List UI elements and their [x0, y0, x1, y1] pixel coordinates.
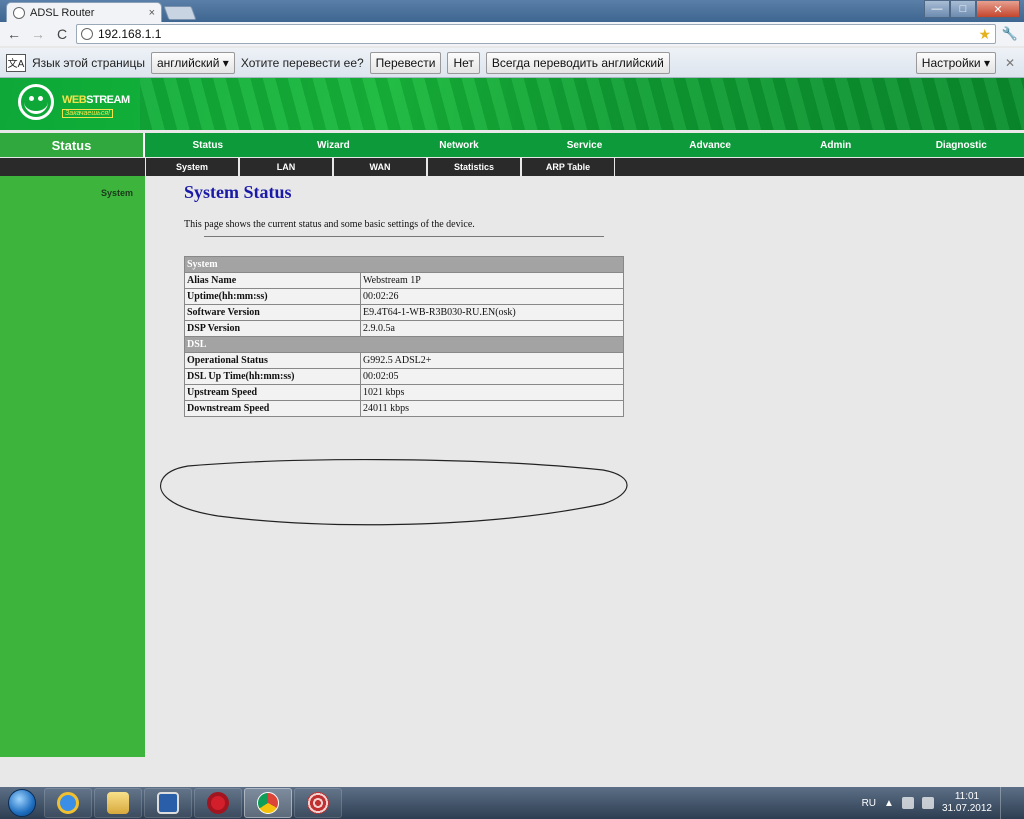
windows-taskbar: RU ▲ 11:01 31.07.2012 [0, 787, 1024, 819]
subnav-statistics[interactable]: Statistics [427, 158, 521, 176]
browser-tab[interactable]: ADSL Router × [6, 2, 162, 22]
start-button[interactable] [0, 787, 44, 819]
language-select[interactable]: английский ▾ [150, 51, 235, 74]
table-row: DSP Version 2.9.0.5a [184, 320, 624, 337]
taskbar-internet-explorer[interactable] [44, 788, 92, 818]
volume-tray-icon[interactable] [921, 797, 934, 809]
nav-status[interactable]: Status [145, 133, 271, 157]
table-row: DSL Up Time(hh:mm:ss) 00:02:05 [184, 368, 624, 385]
internet-explorer-icon [57, 792, 79, 814]
translate-button[interactable]: Перевести [369, 51, 442, 74]
router-page: WEBSTREAM Закачаешься! Status Status Wiz… [0, 78, 1024, 757]
table-row: Downstream Speed 24011 kbps [184, 400, 624, 417]
show-desktop-button[interactable] [1000, 787, 1014, 819]
opera-icon [207, 792, 229, 814]
subnav-system[interactable]: System [145, 158, 239, 176]
nav-diagnostic[interactable]: Diagnostic [898, 133, 1024, 157]
favicon-icon [13, 6, 25, 19]
translate-icon: 文A [6, 53, 26, 72]
browser-toolbar: ← → C 192.168.1.1 ★ 🔧 [0, 22, 1024, 46]
subnav-wan[interactable]: WAN [333, 158, 427, 176]
page-title: System Status [184, 182, 292, 202]
chrome-icon [257, 792, 279, 814]
nav-advance[interactable]: Advance [647, 133, 773, 157]
minimize-button[interactable]: — [924, 0, 950, 18]
content-area: System Status This page shows the curren… [184, 182, 644, 237]
sidebar: System [0, 176, 145, 757]
nav-service[interactable]: Service [522, 133, 648, 157]
translate-infobar: 文A Язык этой страницы английский ▾ Хотит… [0, 48, 1024, 78]
reload-button[interactable]: C [52, 24, 72, 44]
nav-admin[interactable]: Admin [773, 133, 899, 157]
sidebar-item-system[interactable]: System [101, 188, 133, 198]
browser-titlebar: ADSL Router × — □ ✕ [0, 0, 1024, 22]
table-row: Uptime(hh:mm:ss) 00:02:26 [184, 288, 624, 305]
table-section-header: DSL [184, 336, 624, 353]
main-nav: Status Status Wizard Network Service Adv… [0, 133, 1024, 157]
tray-expand-icon[interactable]: ▲ [884, 798, 894, 809]
table-row: Alias Name Webstream 1P [184, 272, 624, 289]
close-tab-icon[interactable]: × [149, 7, 155, 19]
media-player-icon [157, 792, 179, 814]
taskbar-opera[interactable] [194, 788, 242, 818]
language-value: английский [156, 55, 220, 70]
page-icon [81, 28, 93, 40]
clock-date: 31.07.2012 [941, 803, 992, 814]
wrench-menu-icon[interactable]: 🔧 [1000, 26, 1020, 42]
table-section-header: System [184, 256, 624, 273]
folder-icon [107, 792, 129, 814]
system-tray: RU ▲ 11:01 31.07.2012 [862, 787, 1014, 819]
taskbar-windows-explorer[interactable] [94, 788, 142, 818]
table-row: Upstream Speed 1021 kbps [184, 384, 624, 401]
page-description: This page shows the current status and s… [184, 219, 475, 230]
translate-options-button[interactable]: Настройки ▾ [915, 51, 996, 74]
table-row: Software Version E9.4T64-1-WB-R3B030-RU.E… [184, 304, 624, 321]
new-tab-button[interactable] [163, 6, 197, 20]
clock-time: 11:01 [954, 791, 980, 802]
maximize-button[interactable]: □ [950, 0, 976, 18]
table-row: Operational Status G992.5 ADSL2+ [184, 352, 624, 369]
section-title: Status [0, 133, 145, 157]
nav-wizard[interactable]: Wizard [271, 133, 397, 157]
translate-question: Хотите перевести ее? [240, 55, 364, 70]
subnav-arp-table[interactable]: ARP Table [521, 158, 615, 176]
globe-icon [307, 792, 329, 814]
windows-orb-icon [8, 789, 36, 817]
subnav-lan[interactable]: LAN [239, 158, 333, 176]
bookmark-star-icon[interactable]: ★ [978, 26, 991, 43]
clock[interactable]: 11:01 31.07.2012 [942, 791, 992, 815]
options-label: Настройки [921, 55, 981, 70]
address-bar[interactable]: 192.168.1.1 ★ [76, 24, 996, 44]
taskbar-chrome[interactable] [244, 788, 292, 818]
divider [204, 236, 604, 237]
url-text[interactable]: 192.168.1.1 [98, 27, 973, 41]
logo-tagline: Закачаешься! [62, 109, 114, 118]
window-controls: — □ ✕ [924, 0, 1020, 18]
translate-label: Язык этой страницы [32, 55, 145, 70]
sub-nav: System LAN WAN Statistics ARP Table [0, 158, 1024, 176]
no-button[interactable]: Нет [447, 51, 480, 74]
router-banner: WEBSTREAM Закачаешься! [0, 78, 1024, 130]
close-window-button[interactable]: ✕ [976, 0, 1020, 18]
network-tray-icon[interactable] [901, 797, 914, 809]
back-button[interactable]: ← [4, 24, 24, 44]
language-indicator[interactable]: RU [862, 798, 876, 809]
tab-title: ADSL Router [30, 6, 95, 19]
forward-button[interactable]: → [28, 24, 48, 44]
nav-network[interactable]: Network [396, 133, 522, 157]
status-table: System Alias Name Webstream 1P Uptime(hh:… [184, 256, 624, 417]
taskbar-media-player[interactable] [144, 788, 192, 818]
always-translate-button[interactable]: Всегда переводить английский [485, 51, 670, 74]
hand-drawn-ellipse [160, 458, 628, 526]
logo-text: WEBSTREAM [62, 94, 130, 106]
taskbar-globe-app[interactable] [294, 788, 342, 818]
close-infobar-icon[interactable]: ✕ [1002, 56, 1018, 70]
